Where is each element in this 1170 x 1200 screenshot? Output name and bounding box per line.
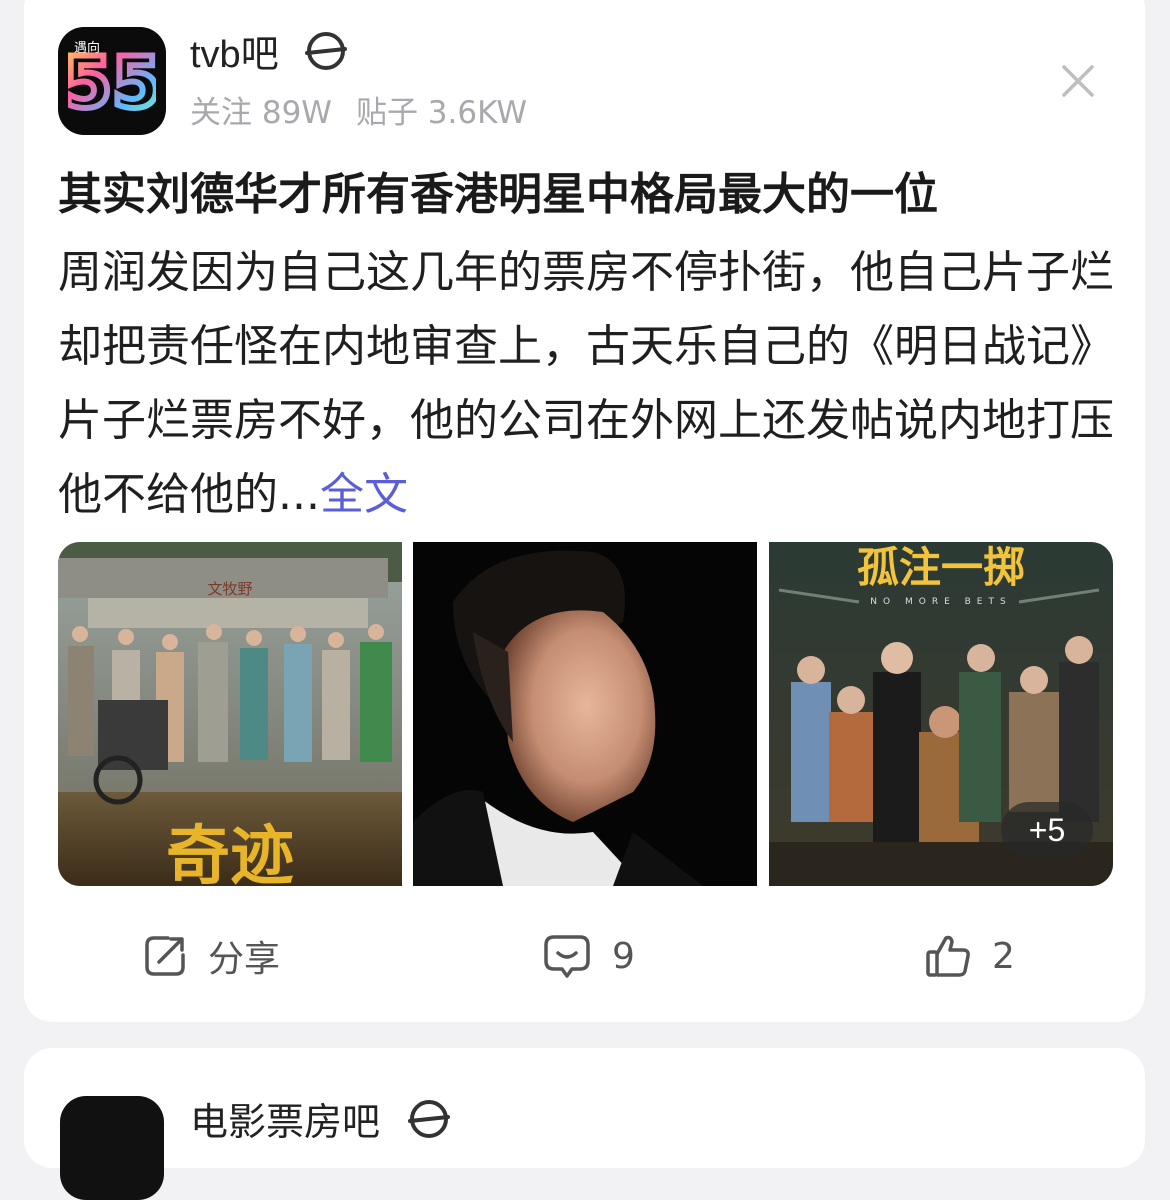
forum-name-text: tvb吧 bbox=[190, 34, 279, 77]
posts-count: 贴子 3.6KW bbox=[355, 95, 527, 131]
verified-circle-icon bbox=[408, 1098, 451, 1151]
close-icon[interactable] bbox=[1060, 63, 1096, 99]
post-image-1[interactable]: 奇迹 文牧野 bbox=[58, 542, 402, 886]
post-image-2[interactable] bbox=[413, 542, 757, 886]
more-images-badge[interactable]: +5 bbox=[1001, 802, 1093, 858]
next-forum-name[interactable]: 电影票房吧 bbox=[190, 1098, 451, 1151]
next-post-card[interactable]: 电影票房吧 bbox=[24, 1048, 1145, 1200]
share-icon bbox=[145, 936, 185, 976]
comment-icon bbox=[544, 935, 590, 978]
post-card[interactable]: 遇向 55 tvb吧 关注 89W 贴子 3.6KW 其实刘德华才所有香港明星中… bbox=[24, 0, 1145, 1022]
like-button[interactable]: 2 bbox=[924, 928, 1015, 984]
avatar-logo: 55 bbox=[68, 45, 156, 117]
followers-count: 关注 89W bbox=[190, 95, 332, 131]
next-forum-name-text: 电影票房吧 bbox=[190, 1100, 381, 1144]
poster-subtitle: NO MORE BETS bbox=[870, 597, 1011, 607]
like-count: 2 bbox=[992, 935, 1015, 977]
verified-circle-icon bbox=[305, 30, 348, 84]
post-title[interactable]: 其实刘德华才所有香港明星中格局最大的一位 bbox=[58, 167, 1118, 223]
forum-name[interactable]: tvb吧 bbox=[190, 30, 348, 84]
poster-caption: 奇迹 bbox=[166, 820, 294, 886]
forum-stats: 关注 89W 贴子 3.6KW bbox=[190, 93, 527, 133]
next-forum-avatar[interactable] bbox=[60, 1096, 164, 1200]
poster-title: 孤注一掷 bbox=[857, 543, 1025, 592]
poster-sign-text: 文牧野 bbox=[207, 580, 252, 598]
read-more-link[interactable]: 全文 bbox=[320, 469, 408, 520]
share-label: 分享 bbox=[208, 939, 281, 980]
avatar-number: 55 bbox=[68, 45, 156, 117]
forum-avatar[interactable]: 遇向 55 bbox=[58, 27, 166, 135]
comment-button[interactable]: 9 bbox=[542, 928, 635, 984]
comment-count: 9 bbox=[612, 935, 635, 977]
thumbs-up-icon bbox=[926, 935, 970, 977]
share-button[interactable]: 分享 bbox=[142, 928, 280, 984]
post-body-text: 周润发因为自己这几年的票房不停扑街，他自己片子烂却把责任怪在内地审查上，古天乐自… bbox=[58, 247, 1114, 520]
post-image-3[interactable]: 孤注一掷 NO MORE BETS +5 bbox=[769, 542, 1113, 886]
post-body[interactable]: 周润发因为自己这几年的票房不停扑街，他自己片子烂却把责任怪在内地审查上，古天乐自… bbox=[58, 236, 1118, 532]
